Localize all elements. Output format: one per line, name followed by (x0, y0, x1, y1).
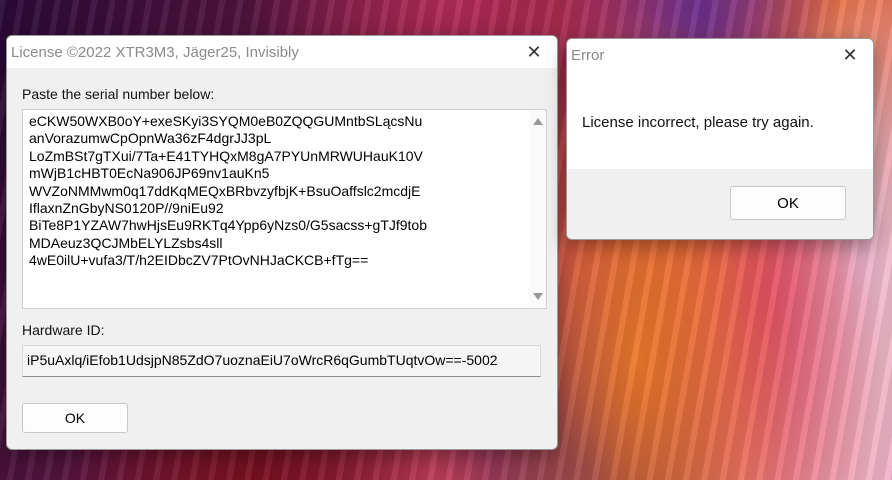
error-ok-button[interactable]: OK (730, 186, 846, 220)
serial-line: WVZoNMMwm0q17ddKqMEQxBRbvzyfbjK+BsuOaffs… (29, 183, 540, 200)
serial-scrollbar[interactable] (529, 110, 546, 308)
error-titlebar: Error ✕ (567, 39, 873, 71)
serial-line: MDAeuz3QCJMbELYLZsbs4sll (29, 235, 540, 252)
license-title: License ©2022 XTR3M3, Jäger25, Invisibly (11, 44, 299, 61)
error-dialog: Error ✕ License incorrect, please try ag… (566, 38, 874, 240)
error-title: Error (571, 47, 604, 64)
serial-line: mWjB1cHBT0EcNa906JP69nv1auKn5 (29, 165, 540, 182)
hardware-id-label: Hardware ID: (22, 322, 104, 338)
license-dialog: License ©2022 XTR3M3, Jäger25, Invisibly… (6, 35, 558, 450)
license-titlebar: License ©2022 XTR3M3, Jäger25, Invisibly… (7, 36, 557, 68)
close-icon: ✕ (526, 42, 541, 63)
license-close-button[interactable]: ✕ (511, 36, 557, 68)
error-message-area: License incorrect, please try again. (567, 71, 873, 169)
error-message: License incorrect, please try again. (582, 114, 814, 131)
error-button-area: OK (567, 169, 873, 239)
serial-line: LoZmBSt7gTXui/7Ta+E41TYHQxM8gA7PYUnMRWUH… (29, 148, 540, 165)
serial-line: eCKW50WXB0oY+exeSKyi3SYQM0eB0ZQQGUMntbSL… (29, 113, 540, 130)
serial-line: IflaxnZnGbyNS0120P//9niEu92 (29, 200, 540, 217)
serial-label: Paste the serial number below: (22, 86, 214, 102)
error-close-button[interactable]: ✕ (827, 39, 873, 71)
serial-line: 4wE0ilU+vufa3/T/h2EIDbcZV7PtOvNHJaCKCB+f… (29, 252, 540, 269)
scroll-up-arrow-icon[interactable] (533, 118, 543, 125)
serial-line: BiTe8P1YZAW7hwHjsEu9RKTq4Ypp6yNzs0/G5sac… (29, 217, 540, 234)
license-ok-button[interactable]: OK (22, 403, 128, 433)
serial-line: anVorazumwCpOpnWa36zF4dgrJJ3pL (29, 130, 540, 147)
scroll-down-arrow-icon[interactable] (533, 293, 543, 300)
serial-textarea[interactable]: eCKW50WXB0oY+exeSKyi3SYQM0eB0ZQQGUMntbSL… (22, 109, 547, 309)
hardware-id-field[interactable]: iP5uAxlq/iEfob1UdsjpN85ZdO7uoznaEiU7oWrc… (22, 345, 541, 377)
close-icon: ✕ (842, 45, 857, 66)
